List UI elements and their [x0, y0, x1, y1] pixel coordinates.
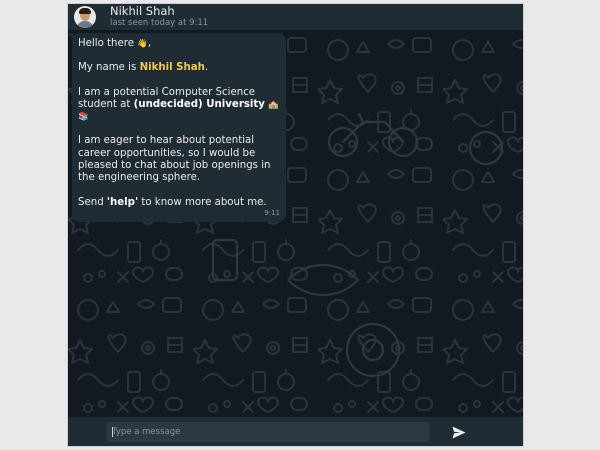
intro-suffix: .: [204, 62, 209, 74]
chat-header: Nikhil Shah last seen today at 9:11: [68, 4, 523, 30]
career-line: I am eager to hear about potential caree…: [78, 135, 271, 184]
avatar-hair: [79, 8, 91, 14]
message-timestamp: 9:11: [264, 208, 280, 217]
message-input[interactable]: [106, 422, 430, 442]
greeting-text: Hello there: [78, 38, 138, 49]
help-line: Send 'help' to know more about me.: [78, 197, 279, 209]
help-suffix: to know more about me.: [138, 196, 267, 208]
help-prefix: Send: [78, 196, 107, 208]
wave-emoji-icon: 👋: [137, 39, 148, 49]
intro-prefix: My name is: [78, 62, 140, 74]
avatar-shirt: [76, 21, 94, 28]
greeting-suffix: ,: [147, 38, 152, 49]
message-bubble[interactable]: Hello there 👋, My name is Nikhil Shah. I…: [68, 33, 286, 222]
last-seen-status: last seen today at 9:11: [110, 18, 209, 28]
text-caret: [112, 427, 113, 437]
help-keyword: 'help': [106, 196, 139, 208]
name-highlight: Nikhil Shah: [139, 62, 205, 74]
greeting-line: Hello there 👋,: [78, 38, 279, 50]
chat-window: Nikhil Shah last seen today at 9:11 Hell…: [68, 4, 523, 446]
university-name: (undecided) University: [133, 98, 265, 110]
composer-bar: [68, 417, 523, 446]
send-icon: [452, 426, 466, 438]
contact-info[interactable]: Nikhil Shah last seen today at 9:11: [110, 5, 208, 29]
avatar[interactable]: [74, 6, 96, 28]
send-button[interactable]: [448, 422, 470, 442]
study-line: I am a potential Computer Science studen…: [78, 87, 279, 124]
contact-name: Nikhil Shah: [110, 4, 175, 18]
bubble-tail: [68, 33, 74, 40]
intro-line: My name is Nikhil Shah.: [78, 62, 279, 74]
